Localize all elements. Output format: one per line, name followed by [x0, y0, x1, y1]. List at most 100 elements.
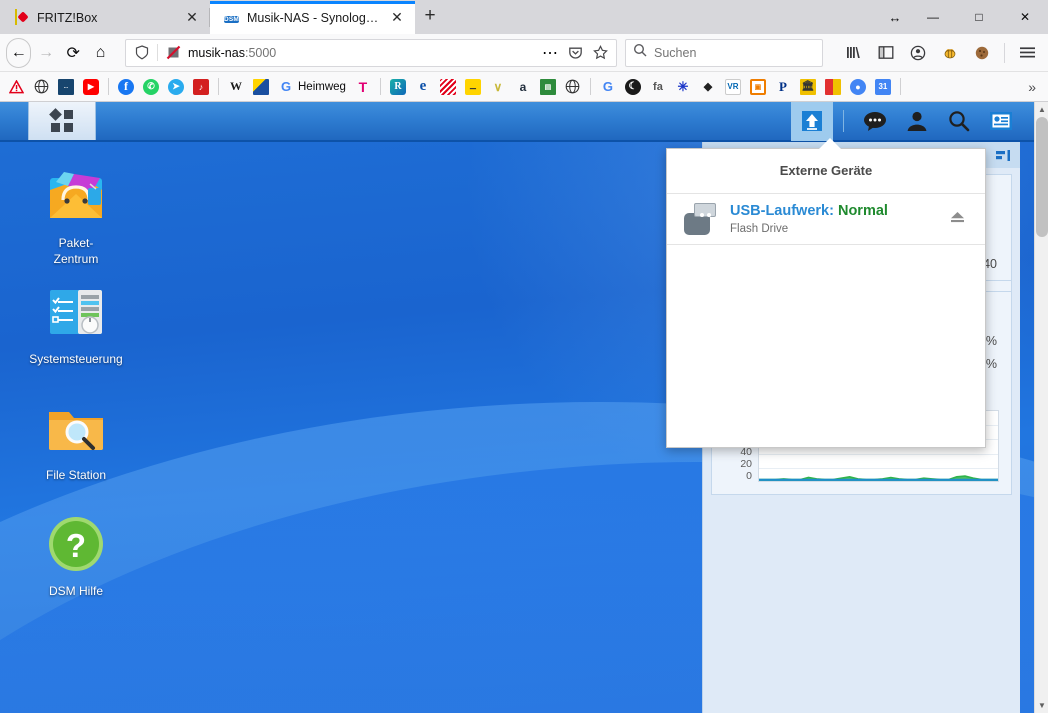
bookmark-edge[interactable]: e [411, 75, 435, 99]
browser-tab-synology[interactable]: DSM Musik-NAS - Synology NAS ✕ [210, 1, 415, 34]
whatsapp-icon: ✆ [143, 78, 159, 95]
widgets-icon[interactable] [980, 102, 1022, 141]
facebook-icon: f [118, 78, 134, 95]
sidebar-icon[interactable] [871, 38, 901, 68]
bookmark-whatsapp[interactable]: ✆ [139, 75, 163, 99]
desktop-icon-package-center[interactable]: Paket- Zentrum [11, 164, 141, 268]
desktop-icon-label: DSM Hilfe [48, 584, 103, 598]
account-circle-icon: ● [849, 78, 866, 95]
bookmark-telegram[interactable]: ➤ [164, 75, 188, 99]
reload-button[interactable]: ⟳ [61, 38, 86, 68]
resize-icon[interactable]: ↔ [880, 0, 910, 34]
bookmark-globe[interactable] [29, 75, 53, 99]
search-input[interactable] [654, 45, 815, 60]
external-device-item[interactable]: USB-Laufwerk: Normal Flash Drive [667, 193, 985, 245]
bookmark-amazon[interactable]: a [511, 75, 535, 99]
bookmark-r[interactable]: R [386, 75, 410, 99]
search-bar[interactable] [625, 38, 823, 67]
user-menu-icon[interactable] [896, 102, 938, 141]
search-icon[interactable] [938, 102, 980, 141]
wikipedia-icon: W [230, 79, 242, 93]
bookmark-yellow-card[interactable]: ⚊ [461, 75, 485, 99]
bookmarks-overflow-button[interactable]: » [1020, 79, 1044, 95]
bookmark-warning[interactable] [4, 75, 28, 99]
bookmark-divider [218, 78, 219, 95]
bookmark-calendar[interactable]: 31 [871, 75, 895, 99]
desktop-icon-label: Paket- Zentrum [53, 236, 99, 266]
blue-card-icon: ... [58, 78, 74, 95]
browser-tab-fritzbox[interactable]: FRITZ!Box ✕ [0, 1, 210, 34]
maximize-button[interactable]: □ [956, 0, 1002, 34]
youtube-icon: ▶ [83, 78, 99, 95]
bookmark-google2[interactable]: G [596, 75, 620, 99]
device-label: USB-Laufwerk: [730, 203, 834, 220]
bookmark-starburst[interactable]: ✳ [671, 75, 695, 99]
r-app-icon: R [389, 78, 406, 95]
cookie-extension-icon[interactable] [967, 38, 997, 68]
external-devices-icon[interactable] [791, 102, 833, 141]
menu-icon[interactable] [1012, 38, 1042, 68]
bookmark-red-stripes[interactable] [436, 75, 460, 99]
tracking-protection-off-icon[interactable] [163, 45, 183, 60]
url-bar[interactable]: musik-nas:5000 ⋯ [125, 38, 617, 67]
close-window-button[interactable]: ✕ [1002, 0, 1048, 34]
back-button[interactable]: ← [6, 37, 32, 68]
honey-extension-icon[interactable] [935, 38, 965, 68]
edge-icon: e [419, 78, 427, 95]
bookmark-wikipedia[interactable]: W [224, 75, 248, 99]
home-button[interactable]: ⌂ [88, 38, 113, 68]
bookmark-bank[interactable]: 🏛 [796, 75, 820, 99]
account-icon[interactable] [903, 38, 933, 68]
bookmark-account[interactable]: ● [846, 75, 870, 99]
main-menu-button[interactable] [28, 102, 96, 140]
shield-icon[interactable] [132, 45, 152, 60]
bookmark-facebook[interactable]: f [114, 75, 138, 99]
tab-title: FRITZ!Box [37, 10, 98, 25]
library-icon[interactable] [839, 38, 869, 68]
desktop-icon-dsm-help[interactable]: ? DSM Hilfe [11, 512, 141, 600]
bookmark-blue-card[interactable]: ... [54, 75, 78, 99]
desktop-icon-control-panel[interactable]: Systemsteuerung [11, 280, 141, 368]
device-subtitle: Flash Drive [730, 223, 789, 236]
bookmark-flag[interactable] [249, 75, 273, 99]
bookmark-cash[interactable]: ▤ [536, 75, 560, 99]
bookmark-divider [899, 78, 901, 95]
tray-divider [843, 110, 844, 132]
bookmark-globe2[interactable] [561, 75, 585, 99]
bookmark-paypal[interactable]: P [771, 75, 795, 99]
bookmark-moon[interactable]: ☾ [621, 75, 645, 99]
bookmark-youtube[interactable]: ▶ [79, 75, 103, 99]
dsm-desktop[interactable]: Paket- Zentrum Systemsteuerung File Stat… [0, 102, 1034, 713]
bookmark-fa[interactable]: fa [646, 75, 670, 99]
bookmark-bank-card[interactable]: VR [721, 75, 745, 99]
globe-icon [565, 79, 581, 95]
bookmark-contacts[interactable]: ♪ [189, 75, 213, 99]
new-tab-button[interactable]: + [415, 2, 445, 32]
dsm-favicon-icon: DSM [224, 15, 240, 23]
scrollbar-thumb[interactable] [1036, 117, 1048, 237]
close-icon[interactable]: ✕ [388, 9, 406, 27]
y-tick: 0 [746, 470, 752, 482]
google-icon: G [602, 79, 613, 94]
scroll-up-icon[interactable]: ▲ [1035, 102, 1048, 117]
desktop-icon-file-station[interactable]: File Station [11, 396, 141, 484]
page-actions-icon[interactable]: ⋯ [540, 43, 560, 63]
bookmark-star-icon[interactable] [590, 45, 610, 60]
external-devices-popup: Externe Geräte USB-Laufwerk: Normal Flas [666, 138, 986, 448]
bookmark-telekom[interactable]: T [351, 75, 375, 99]
bookmark-heimweg[interactable]: G Heimweg [274, 75, 350, 99]
pocket-icon[interactable] [565, 45, 585, 60]
eject-icon[interactable] [949, 209, 967, 229]
collapse-panel-icon[interactable] [992, 145, 1014, 165]
window-controls: ↔ — □ ✕ [880, 0, 1048, 34]
page-scrollbar[interactable]: ▲ ▼ [1034, 102, 1048, 713]
minimize-button[interactable]: — [910, 0, 956, 34]
bookmark-orange-frame[interactable]: ▣ [746, 75, 770, 99]
bookmark-tag[interactable]: ◆ [696, 75, 720, 99]
notifications-icon[interactable] [854, 102, 896, 141]
close-icon[interactable]: ✕ [183, 9, 201, 27]
bookmark-shopping-bag[interactable] [821, 75, 845, 99]
bookmark-v[interactable]: ∨ [486, 75, 510, 99]
scroll-down-icon[interactable]: ▼ [1035, 698, 1048, 713]
forward-button[interactable]: → [33, 38, 58, 68]
